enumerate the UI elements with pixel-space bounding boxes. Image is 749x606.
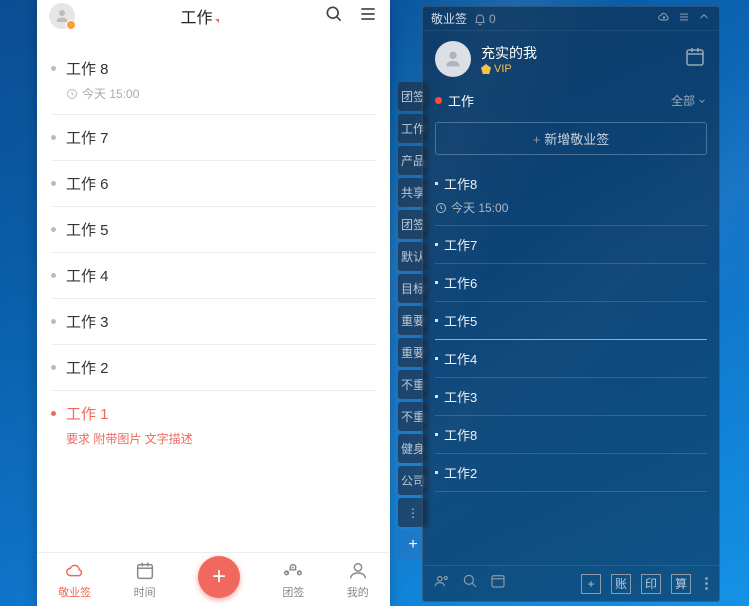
person-icon — [347, 560, 369, 582]
btn-account[interactable]: 账 — [611, 574, 631, 594]
add-button[interactable]: + — [198, 556, 240, 598]
list-item[interactable]: 工作 5 — [51, 207, 376, 253]
note-item[interactable]: 工作7 — [435, 226, 707, 264]
calendar-icon — [134, 560, 156, 582]
category-name[interactable]: 工作 — [448, 91, 671, 110]
note-item[interactable]: 工作8 今天 15:00 — [435, 165, 707, 226]
app-name: 敬业签 — [431, 10, 467, 27]
panel-menu-icon[interactable] — [677, 10, 691, 27]
bell-icon[interactable] — [473, 12, 487, 26]
note-item[interactable]: 工作8 — [435, 416, 707, 454]
calendar-small-icon[interactable] — [489, 572, 507, 595]
add-small-button[interactable]: + — [581, 574, 601, 594]
user-name: 充实的我 — [481, 43, 673, 63]
add-note-button[interactable]: +新增敬业签 — [435, 122, 707, 155]
right-bottom-bar: + 账 印 算 — [423, 565, 719, 601]
contacts-icon[interactable] — [433, 572, 451, 595]
list-item[interactable]: 工作 4 — [51, 253, 376, 299]
left-list: 工作 8 今天 15:00 工作 7 工作 6 工作 5 工作 4 工作 3 工… — [37, 32, 390, 552]
category-row: 工作 全部 — [423, 87, 719, 118]
left-app: 工作 工作 8 今天 15:00 工作 7 工作 6 工作 5 工作 4 工作 … — [37, 0, 390, 606]
menu-icon[interactable] — [358, 4, 378, 29]
bell-count: 0 — [489, 12, 496, 26]
tab-team[interactable]: 团签 — [282, 560, 304, 600]
avatar[interactable] — [49, 3, 75, 29]
note-item[interactable]: 工作5 — [435, 302, 707, 340]
user-avatar[interactable] — [435, 41, 471, 77]
tab-time[interactable]: 时间 — [134, 560, 156, 600]
list-item[interactable]: 工作 1 要求 附带图片 文字描述 — [51, 391, 376, 459]
note-item[interactable]: 工作4 — [435, 340, 707, 378]
list-item[interactable]: 工作 8 今天 15:00 — [51, 46, 376, 115]
collapse-icon[interactable] — [697, 10, 711, 27]
note-item[interactable]: 工作3 — [435, 378, 707, 416]
filter-all[interactable]: 全部 — [671, 92, 707, 109]
vip-badge: VIP — [481, 63, 673, 75]
search-icon[interactable] — [324, 4, 344, 29]
more-icon[interactable] — [705, 577, 709, 590]
btn-print[interactable]: 印 — [641, 574, 661, 594]
btn-calc[interactable]: 算 — [671, 574, 691, 594]
cloud-sync-icon[interactable] — [657, 10, 671, 27]
notification-dot-icon — [66, 20, 76, 30]
note-item[interactable]: 工作6 — [435, 264, 707, 302]
clock-icon — [66, 88, 78, 100]
user-section: 充实的我 VIP — [423, 31, 719, 87]
list-item[interactable]: 工作 2 — [51, 345, 376, 391]
search-icon[interactable] — [461, 572, 479, 595]
right-panel: 敬业签 0 充实的我 VIP 工作 全部 +新增敬业签 工作8 今天 15:00… — [422, 6, 720, 602]
tab-jingye[interactable]: 敬业签 — [58, 560, 91, 600]
list-item[interactable]: 工作 7 — [51, 115, 376, 161]
page-title[interactable]: 工作 — [83, 4, 316, 28]
team-icon — [282, 560, 304, 582]
left-header: 工作 — [37, 0, 390, 32]
calendar-button[interactable] — [683, 45, 707, 74]
right-list: 工作8 今天 15:00 工作7 工作6 工作5 工作4 工作3 工作8 工作2 — [423, 165, 719, 565]
note-item[interactable]: 工作2 — [435, 454, 707, 492]
clock-icon — [435, 202, 447, 214]
list-item[interactable]: 工作 6 — [51, 161, 376, 207]
dropdown-tick-icon — [215, 19, 219, 23]
list-item[interactable]: 工作 3 — [51, 299, 376, 345]
category-dot-icon — [435, 97, 442, 104]
cloud-icon — [64, 560, 86, 582]
tab-mine[interactable]: 我的 — [347, 560, 369, 600]
right-titlebar: 敬业签 0 — [423, 7, 719, 31]
bottom-tabs: 敬业签 时间 + 团签 我的 — [37, 552, 390, 606]
